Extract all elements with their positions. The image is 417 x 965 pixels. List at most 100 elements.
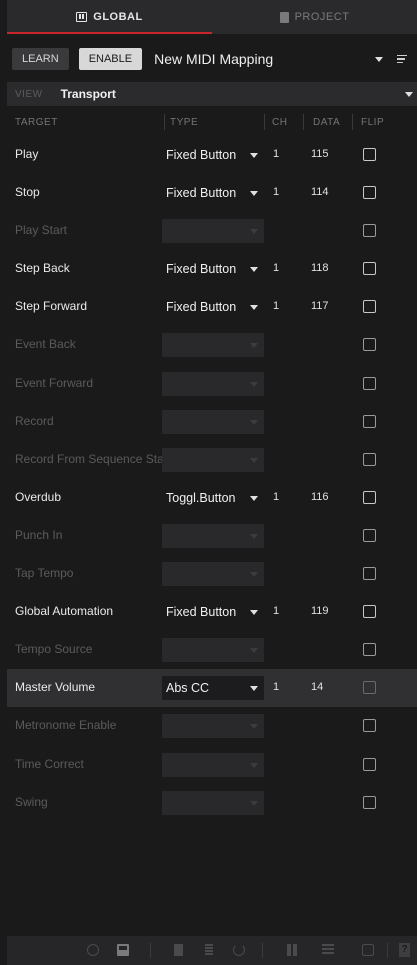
chevron-down-icon [250, 153, 258, 158]
row-data[interactable]: 118 [311, 262, 329, 274]
row-channel[interactable]: 1 [273, 300, 279, 312]
chevron-down-icon [250, 800, 258, 806]
enable-button[interactable]: ENABLE [78, 48, 143, 70]
chevron-down-icon [250, 381, 258, 387]
flip-checkbox[interactable] [363, 719, 376, 733]
chevron-down-icon [250, 686, 258, 692]
row-data[interactable]: 116 [311, 491, 329, 503]
type-select[interactable]: Fixed Button [162, 600, 264, 624]
chevron-down-icon[interactable] [405, 91, 413, 97]
keyboard-icon[interactable] [117, 944, 129, 956]
row-channel[interactable]: 1 [273, 262, 279, 274]
type-select[interactable] [162, 638, 264, 663]
row-channel[interactable]: 1 [273, 491, 279, 503]
footer-divider [262, 943, 263, 958]
flip-checkbox[interactable] [363, 605, 376, 619]
view-selector[interactable]: VIEW Transport [7, 82, 417, 106]
circle-icon[interactable] [87, 944, 99, 956]
help-icon[interactable]: ? [399, 943, 410, 957]
row-data[interactable]: 119 [311, 605, 329, 617]
flip-checkbox[interactable] [363, 681, 376, 695]
chevron-down-icon[interactable] [375, 56, 383, 62]
flip-checkbox[interactable] [363, 338, 376, 352]
type-select[interactable]: Abs CC [162, 676, 264, 701]
flip-checkbox[interactable] [363, 452, 376, 466]
row-data[interactable]: 14 [311, 681, 323, 693]
flip-checkbox[interactable] [363, 224, 376, 238]
square-icon[interactable] [362, 944, 374, 956]
row-target: Record From Sequence Sta [15, 451, 163, 466]
type-select[interactable]: Fixed Button [162, 257, 264, 281]
menu-icon[interactable] [397, 54, 407, 64]
flip-checkbox[interactable] [363, 567, 376, 581]
row-data[interactable]: 117 [311, 300, 329, 312]
row-channel[interactable]: 1 [273, 186, 279, 198]
mapping-row[interactable]: Metronome Enable [7, 707, 417, 745]
mapping-row[interactable]: Time Correct [7, 746, 417, 784]
type-select[interactable] [162, 371, 264, 396]
type-select[interactable]: Fixed Button [162, 143, 264, 167]
flip-checkbox[interactable] [363, 414, 376, 428]
tab-global[interactable]: GLOBAL [7, 0, 212, 34]
type-select[interactable] [162, 409, 264, 434]
mapping-name-select[interactable]: New MIDI Mapping [154, 51, 375, 67]
flip-checkbox[interactable] [363, 795, 376, 809]
mapping-row[interactable]: Event Back [7, 326, 417, 364]
row-data[interactable]: 115 [311, 148, 329, 160]
type-select[interactable] [162, 714, 264, 739]
type-select[interactable] [162, 562, 264, 587]
type-select[interactable] [162, 523, 264, 548]
mapping-row[interactable]: Tempo Source [7, 631, 417, 669]
mapping-row[interactable]: Global Automation Fixed Button 1 119 [7, 593, 417, 631]
mapping-row[interactable]: Stop Fixed Button 1 114 [7, 174, 417, 212]
flip-checkbox[interactable] [363, 262, 376, 276]
mapping-row[interactable]: Step Forward Fixed Button 1 117 [7, 288, 417, 326]
mapping-row[interactable]: Play Start [7, 212, 417, 250]
mapping-row[interactable]: Master Volume Abs CC 1 14 [7, 669, 417, 708]
learn-button[interactable]: LEARN [12, 48, 69, 70]
type-select[interactable] [162, 447, 264, 472]
type-select[interactable] [162, 752, 264, 777]
type-select[interactable] [162, 333, 264, 358]
type-select[interactable] [162, 790, 264, 815]
chevron-down-icon [250, 343, 258, 349]
row-data[interactable]: 114 [311, 186, 329, 198]
chevron-down-icon [250, 419, 258, 425]
mapping-row[interactable]: Event Forward [7, 365, 417, 403]
chevron-down-icon [250, 533, 258, 539]
flip-checkbox[interactable] [363, 528, 376, 542]
undo-icon[interactable] [233, 944, 245, 956]
mapping-row[interactable]: Tap Tempo [7, 555, 417, 593]
flip-checkbox[interactable] [363, 643, 376, 657]
flip-checkbox[interactable] [363, 490, 376, 504]
flip-checkbox[interactable] [363, 757, 376, 771]
flip-checkbox[interactable] [363, 186, 376, 200]
list-icon[interactable] [322, 944, 334, 956]
document-icon[interactable] [174, 944, 183, 956]
flip-checkbox[interactable] [363, 376, 376, 390]
chevron-down-icon [250, 305, 258, 311]
column-type: TYPE [170, 116, 199, 128]
mapping-row[interactable]: Swing [7, 784, 417, 822]
row-target: Tempo Source [15, 642, 93, 657]
mapping-row[interactable]: Overdub Toggl.Button 1 116 [7, 479, 417, 517]
flip-checkbox[interactable] [363, 300, 376, 314]
row-channel[interactable]: 1 [273, 148, 279, 160]
bars-icon[interactable] [205, 944, 213, 956]
type-select[interactable]: Fixed Button [162, 295, 264, 319]
mapping-row[interactable]: Play Fixed Button 1 115 [7, 136, 417, 174]
view-value[interactable]: Transport [61, 87, 405, 101]
footer-toolbar: ? [7, 936, 417, 965]
row-channel[interactable]: 1 [273, 681, 279, 693]
tab-project[interactable]: PROJECT [212, 0, 417, 34]
grid-icon[interactable] [287, 944, 299, 956]
type-select[interactable]: Toggl.Button [162, 486, 264, 510]
mapping-row[interactable]: Record From Sequence Sta [7, 441, 417, 479]
row-channel[interactable]: 1 [273, 605, 279, 617]
type-select[interactable]: Fixed Button [162, 181, 264, 205]
mapping-row[interactable]: Step Back Fixed Button 1 118 [7, 250, 417, 288]
flip-checkbox[interactable] [363, 148, 376, 161]
mapping-row[interactable]: Record [7, 403, 417, 441]
type-select[interactable] [162, 219, 264, 244]
mapping-row[interactable]: Punch In [7, 517, 417, 555]
